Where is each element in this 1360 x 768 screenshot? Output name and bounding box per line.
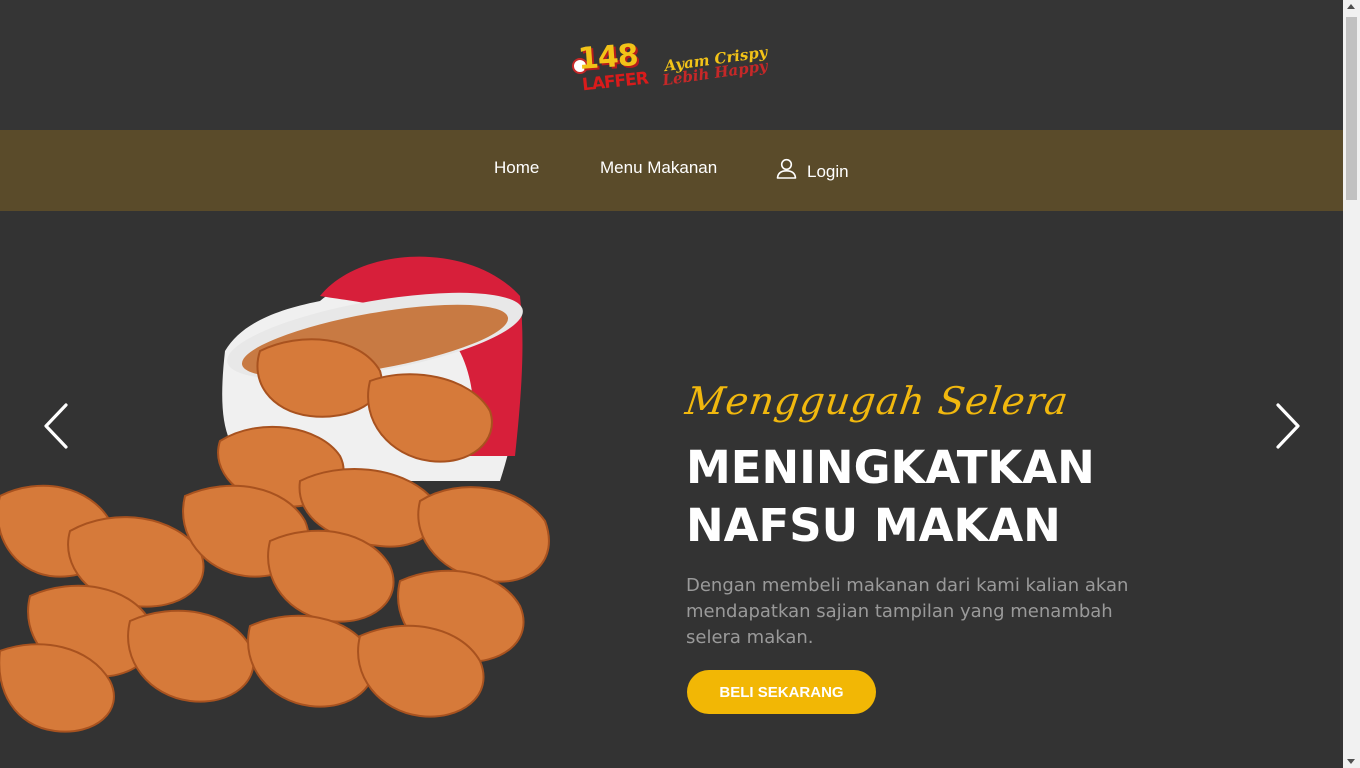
main-nav: Home Menu Makanan Login <box>0 130 1343 211</box>
hero-carousel: Menggugah Selera MENINGKATKAN NAFSU MAKA… <box>0 211 1343 768</box>
fried-chicken-bucket-image <box>0 256 550 733</box>
carousel-prev-button[interactable] <box>36 401 76 451</box>
nav-home-link[interactable]: Home <box>494 158 539 178</box>
hero-headline: MENINGKATKAN NAFSU MAKAN <box>686 441 1095 552</box>
nav-login-label: Login <box>807 161 849 181</box>
hero-description: Dengan membeli makanan dari kami kalian … <box>686 575 1129 648</box>
nav-login-link[interactable]: Login <box>776 158 849 181</box>
scroll-down-arrow-icon[interactable] <box>1347 759 1355 764</box>
page: 148 LAFFER Ayam Crispy Lebih Happy Home … <box>0 0 1343 768</box>
scroll-up-arrow-icon[interactable] <box>1347 4 1355 9</box>
carousel-next-button[interactable] <box>1268 401 1308 451</box>
header: 148 LAFFER Ayam Crispy Lebih Happy <box>0 0 1343 130</box>
nav-menu-link[interactable]: Menu Makanan <box>600 158 717 178</box>
hero-tagline: Menggugah Selera <box>682 379 1072 423</box>
site-logo[interactable]: 148 LAFFER Ayam Crispy Lebih Happy <box>572 38 772 100</box>
user-icon <box>776 158 797 179</box>
scrollbar-thumb[interactable] <box>1346 17 1357 200</box>
vertical-scrollbar[interactable] <box>1343 0 1360 768</box>
buy-now-button[interactable]: BELI SEKARANG <box>687 670 876 714</box>
